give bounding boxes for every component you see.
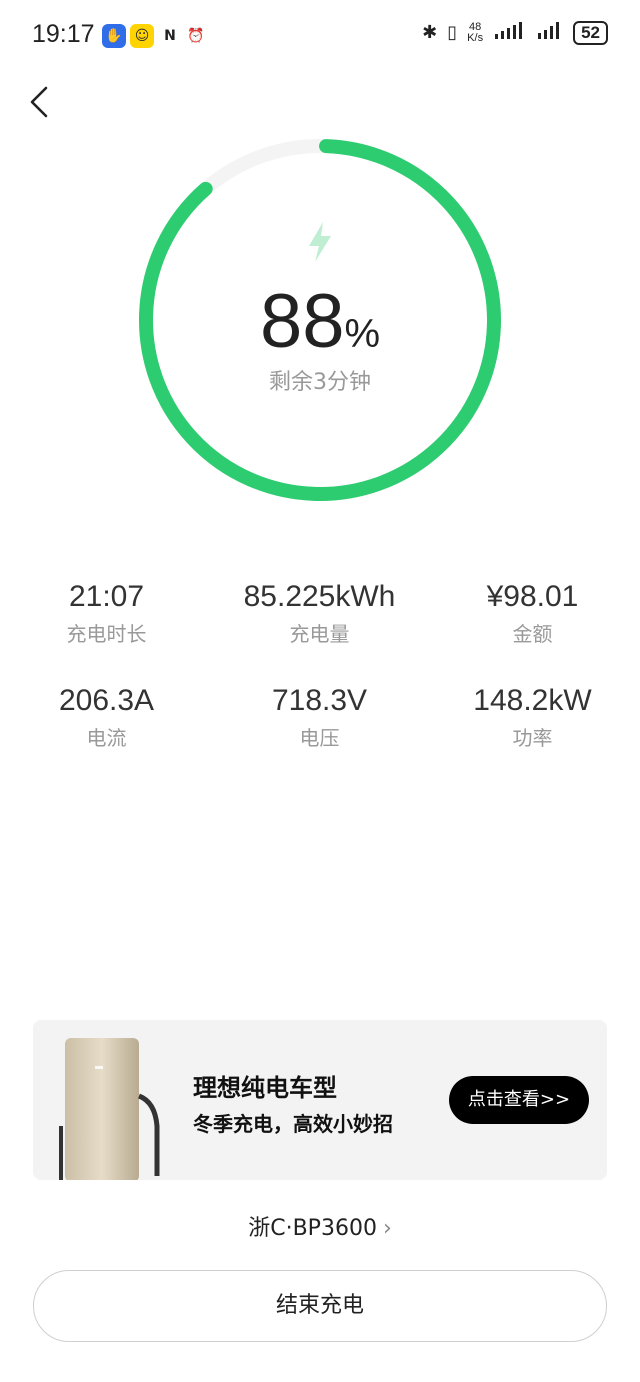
stat-label: 电流	[86, 726, 127, 750]
charger-image	[59, 1038, 160, 1180]
stat-power: 148.2kW 功率	[426, 684, 639, 751]
nfc-icon: N	[164, 28, 176, 44]
stat-value: ¥98.01	[486, 580, 579, 613]
signal-icon	[537, 20, 563, 45]
stat-duration: 21:07 充电时长	[0, 580, 213, 647]
promo-banner[interactable]: 理想纯电车型 冬季充电，高效小妙招 点击查看>>	[33, 1020, 607, 1180]
vehicle-plate-selector[interactable]: 浙C·BP3600 ›	[0, 1210, 640, 1242]
battery-indicator: 52	[573, 20, 608, 45]
chevron-right-icon: ›	[382, 1216, 392, 1241]
banner-subtitle: 冬季充电，高效小妙招	[193, 1112, 393, 1136]
stat-value: 148.2kW	[473, 684, 592, 717]
charge-percent-unit: %	[344, 312, 381, 356]
banner-title: 理想纯电车型	[193, 1074, 337, 1102]
status-time: 19:17	[32, 20, 95, 48]
signal-icon	[493, 20, 527, 45]
status-right: ✱ ▯ 48 K/s 52	[422, 20, 608, 45]
back-button[interactable]	[26, 84, 56, 120]
chevron-left-icon	[30, 86, 48, 118]
lightning-icon	[309, 222, 331, 262]
stat-label: 充电量	[289, 622, 350, 646]
stat-value: 21:07	[68, 580, 145, 613]
stat-label: 充电时长	[66, 622, 147, 646]
stat-label: 金额	[512, 622, 553, 646]
plate-text: 浙C·BP3600	[248, 1216, 377, 1241]
alarm-icon: ⏰	[187, 28, 205, 44]
stat-amount: ¥98.01 金额	[426, 580, 639, 647]
network-speed: 48 K/s	[467, 20, 484, 44]
stat-current: 206.3A 电流	[0, 684, 213, 751]
stat-value: 85.225kWh	[243, 580, 396, 613]
remaining-time: 剩余3分钟	[269, 370, 371, 395]
stat-energy: 85.225kWh 充电量	[213, 580, 426, 647]
view-details-button[interactable]: 点击查看>>	[449, 1076, 589, 1124]
stat-voltage: 718.3V 电压	[213, 684, 426, 751]
stat-label: 功率	[512, 726, 553, 750]
status-bar: 19:17 ✋ ☺ N ⏰ ✱ ▯ 48 K/s 52	[0, 0, 640, 72]
end-charging-button[interactable]: 结束充电	[33, 1270, 607, 1342]
bluetooth-icon: ✱	[422, 22, 438, 43]
app-notification-icon: ✋	[102, 24, 126, 48]
app-notification-icon: ☺	[130, 24, 154, 48]
charge-percent-value: 88	[259, 279, 345, 364]
stat-value: 206.3A	[58, 684, 155, 717]
vibrate-icon: ▯	[447, 22, 458, 43]
charge-percent: 88%	[0, 278, 640, 365]
stat-value: 718.3V	[271, 684, 368, 717]
stat-label: 电压	[299, 726, 340, 750]
